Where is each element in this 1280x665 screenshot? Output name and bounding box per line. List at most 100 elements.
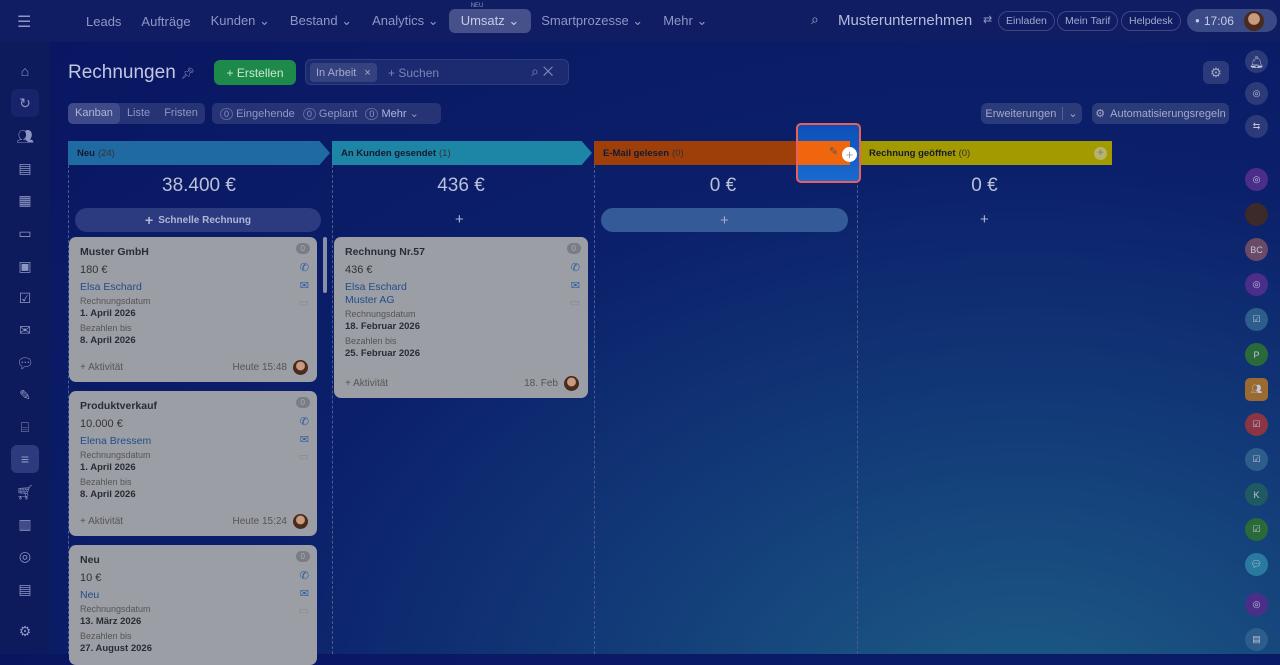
contact-link[interactable]: Neu bbox=[80, 589, 306, 602]
counter-eingehende[interactable]: 0 Eingehende bbox=[220, 107, 295, 120]
card-title[interactable]: Neu bbox=[80, 554, 306, 566]
feed-icon[interactable]: ◎ bbox=[1245, 82, 1268, 105]
invoice-card[interactable]: 0 Muster GmbH 180 € Elsa Eschard Rechnun… bbox=[69, 237, 317, 382]
settings-icon[interactable]: ⚙ bbox=[11, 617, 39, 645]
add-card-button[interactable]: + bbox=[455, 211, 464, 228]
invoice-card[interactable]: 0 Rechnung Nr.57 436 € Elsa Eschard Must… bbox=[334, 237, 588, 398]
clock-widget[interactable]: ● 17:06 bbox=[1187, 9, 1277, 32]
card-title[interactable]: Rechnung Nr.57 bbox=[345, 246, 577, 258]
group-icon[interactable]: 👥︎ bbox=[1245, 378, 1268, 401]
transfer-icon[interactable]: ⇆ bbox=[1245, 115, 1268, 138]
filter-tag[interactable]: In Arbeit × bbox=[310, 63, 377, 82]
id-card-icon[interactable]: ▤ bbox=[11, 575, 39, 603]
comment-icon[interactable]: ▭ bbox=[299, 296, 309, 309]
comment-icon[interactable]: ▭ bbox=[299, 604, 309, 617]
mail-icon[interactable]: ✉ bbox=[11, 316, 39, 344]
channel-icon[interactable]: ◎ bbox=[1245, 273, 1268, 296]
nav-smartprozesse[interactable]: Smartprozesse ⌄ bbox=[531, 13, 653, 29]
remove-filter-icon[interactable]: × bbox=[364, 67, 370, 79]
mail-icon[interactable]: ✉ bbox=[571, 279, 580, 292]
view-liste[interactable]: Liste bbox=[120, 103, 157, 124]
add-card-button[interactable]: + bbox=[980, 211, 989, 228]
column-header-neu[interactable]: Neu (24) bbox=[68, 141, 330, 165]
add-activity[interactable]: + Aktivität bbox=[80, 362, 123, 373]
comment-icon[interactable]: ▭ bbox=[570, 296, 580, 309]
settings-button[interactable]: ⚙ bbox=[1203, 61, 1229, 84]
card-title[interactable]: Muster GmbH bbox=[80, 246, 306, 258]
task-icon[interactable]: ☑ bbox=[1245, 448, 1268, 471]
contact-link[interactable]: Elsa Eschard bbox=[80, 281, 306, 294]
search-icon[interactable]: ⌕ ✕ bbox=[531, 63, 553, 80]
quick-invoice-button[interactable]: + Schnelle Rechnung bbox=[75, 208, 321, 232]
tariff-button[interactable]: Mein Tarif bbox=[1057, 11, 1119, 31]
nav-mehr[interactable]: Mehr ⌄ bbox=[653, 13, 717, 29]
nav-analytics[interactable]: Analytics ⌄ bbox=[362, 13, 449, 29]
invite-button[interactable]: Einladen bbox=[998, 11, 1055, 31]
mail-icon[interactable]: ✉ bbox=[300, 587, 309, 600]
cart-icon[interactable]: 🛒︎ bbox=[11, 478, 39, 506]
helpdesk-button[interactable]: Helpdesk bbox=[1121, 11, 1181, 31]
contacts-icon[interactable]: 👥︎ bbox=[11, 122, 39, 150]
create-button[interactable]: + Erstellen bbox=[214, 60, 296, 85]
home-icon[interactable]: ⌂ bbox=[11, 57, 39, 85]
chat-icon[interactable]: 💬︎ bbox=[1245, 553, 1268, 576]
nav-kunden[interactable]: Kunden ⌄ bbox=[201, 13, 280, 29]
nav-bestand[interactable]: Bestand ⌄ bbox=[280, 13, 362, 29]
search-filter[interactable]: In Arbeit × + Suchen ⌕ ✕ bbox=[305, 59, 569, 85]
company-name[interactable]: Musterunternehmen bbox=[838, 12, 972, 29]
phone-icon[interactable]: ✆ bbox=[300, 569, 309, 582]
contact-k[interactable]: K bbox=[1245, 483, 1268, 506]
notifications-icon[interactable]: 🔔︎ bbox=[1245, 50, 1268, 73]
search-icon[interactable]: ⌕ bbox=[811, 11, 819, 28]
edit-icon[interactable]: ✎ bbox=[829, 145, 838, 158]
store-icon[interactable]: ⌸ bbox=[11, 413, 39, 441]
card-title[interactable]: Produktverkauf bbox=[80, 400, 306, 412]
add-card-button[interactable]: + bbox=[601, 208, 848, 232]
add-activity[interactable]: + Aktivität bbox=[80, 516, 123, 527]
task-icon[interactable]: ☑ bbox=[1245, 308, 1268, 331]
view-kanban[interactable]: Kanban bbox=[68, 103, 120, 124]
phone-icon[interactable]: ✆ bbox=[300, 415, 309, 428]
documents-icon[interactable]: ▤ bbox=[11, 154, 39, 182]
channel-icon[interactable]: ◎ bbox=[1245, 593, 1268, 616]
view-fristen[interactable]: Fristen bbox=[157, 103, 205, 124]
counter-mehr[interactable]: 0 Mehr ⌄ bbox=[365, 107, 419, 120]
mail-icon[interactable]: ✉ bbox=[300, 433, 309, 446]
counter-geplant[interactable]: 0 Geplant bbox=[302, 107, 357, 120]
add-column-icon[interactable]: + bbox=[1094, 146, 1107, 160]
channel-icon[interactable]: ◎ bbox=[1245, 168, 1268, 191]
column-header-gesendet[interactable]: An Kunden gesendet (1) bbox=[332, 141, 592, 165]
add-activity[interactable]: + Aktivität bbox=[345, 378, 388, 389]
search-input[interactable]: + Suchen bbox=[388, 66, 439, 80]
invoice-card[interactable]: 0 Neu 10 € Neu Rechnungsdatum 13. März 2… bbox=[69, 545, 317, 665]
phone-icon[interactable]: ✆ bbox=[300, 261, 309, 274]
contact-link[interactable]: Elsa Eschard bbox=[345, 281, 577, 294]
task-icon[interactable]: ☑ bbox=[1245, 518, 1268, 541]
nav-umsatz[interactable]: NEU Umsatz ⌄ bbox=[448, 3, 532, 33]
company-link[interactable]: Muster AG bbox=[345, 294, 577, 307]
automation-button[interactable]: ⚙ Automatisierungsregeln bbox=[1092, 103, 1229, 124]
mail-icon[interactable]: ✉ bbox=[300, 279, 309, 292]
support-icon[interactable]: ◎ bbox=[11, 542, 39, 570]
scrollbar[interactable] bbox=[323, 237, 327, 293]
contact-avatar[interactable] bbox=[1245, 203, 1268, 226]
tasks-icon[interactable]: ☑ bbox=[11, 284, 39, 312]
menu-icon[interactable]: ☰ bbox=[17, 12, 31, 32]
report-icon[interactable]: ▥ bbox=[11, 510, 39, 538]
extensions-button[interactable]: Erweiterungen ⌄ bbox=[981, 103, 1082, 124]
add-column-button[interactable]: + bbox=[842, 147, 857, 162]
crm-icon[interactable]: ↻ bbox=[11, 89, 39, 117]
drive-icon[interactable]: ▭ bbox=[11, 219, 39, 247]
chat-icon[interactable]: 💬︎ bbox=[11, 349, 39, 377]
phone-icon[interactable]: ✆ bbox=[571, 261, 580, 274]
contact-link[interactable]: Elena Bressem bbox=[80, 435, 306, 448]
contact-p[interactable]: P bbox=[1245, 343, 1268, 366]
invoice-card[interactable]: 0 Produktverkauf 10.000 € Elena Bressem … bbox=[69, 391, 317, 536]
comment-icon[interactable]: ▭ bbox=[299, 450, 309, 463]
calendar-icon[interactable]: ▦ bbox=[11, 186, 39, 214]
sign-icon[interactable]: ✎ bbox=[11, 381, 39, 409]
contact-card-icon[interactable]: ▤ bbox=[1245, 628, 1268, 651]
settings-sliders-icon[interactable]: ⇄ bbox=[983, 13, 992, 26]
nav-auftraege[interactable]: Aufträge bbox=[131, 14, 200, 29]
task-icon[interactable]: ☑ bbox=[1245, 413, 1268, 436]
